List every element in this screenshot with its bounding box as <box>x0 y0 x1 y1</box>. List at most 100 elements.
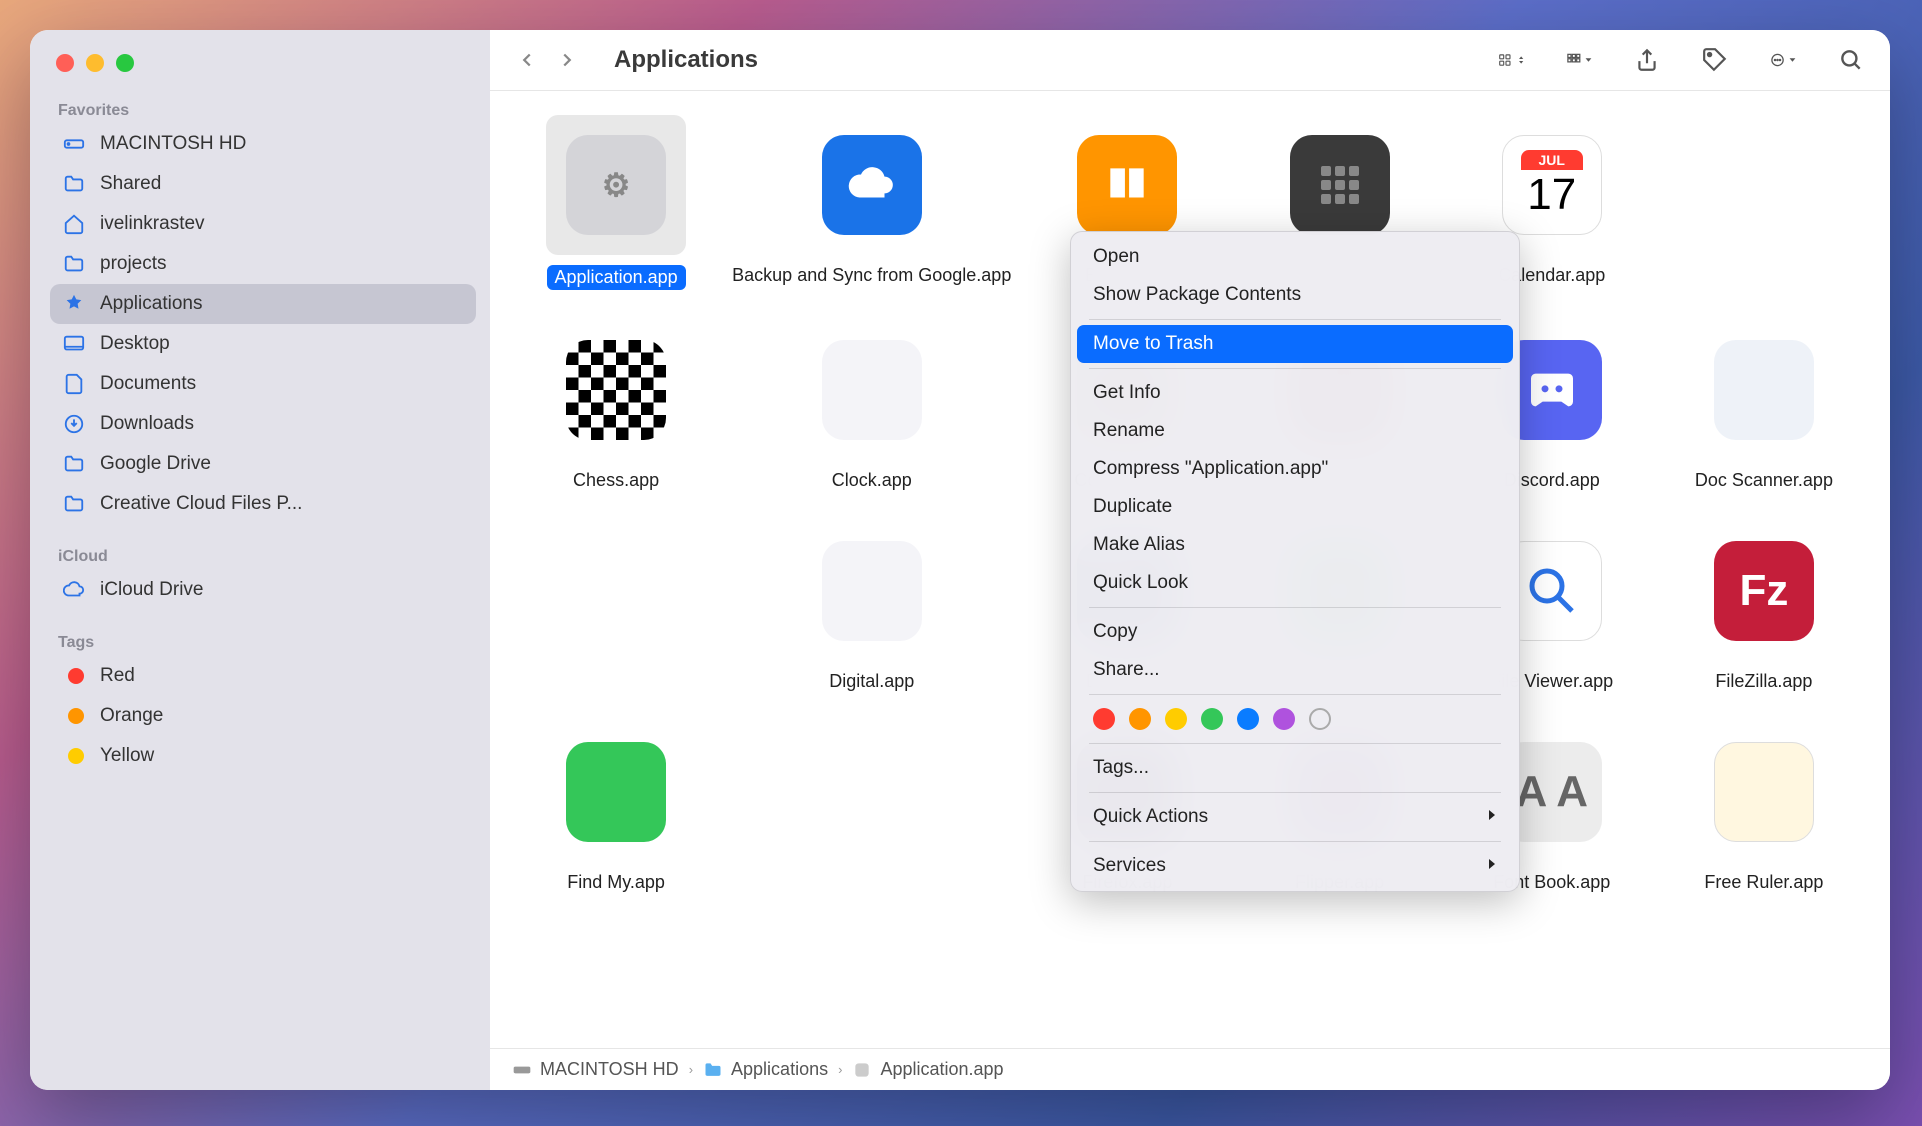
back-button[interactable] <box>516 49 538 71</box>
tag-color[interactable] <box>1165 708 1187 730</box>
app-label: Find My.app <box>567 872 665 893</box>
menu-item-label: Services <box>1093 855 1166 877</box>
sidebar-item-label: iCloud Drive <box>100 579 203 601</box>
group-button[interactable] <box>1566 47 1592 73</box>
app-item-find-my-app[interactable]: Find My.app <box>520 722 712 893</box>
sidebar-item-label: Red <box>100 665 135 687</box>
menu-tag-colors <box>1077 700 1513 738</box>
more-button[interactable] <box>1770 47 1796 73</box>
sidebar-item-desktop[interactable]: Desktop <box>50 324 476 364</box>
path-segment[interactable]: Application.app <box>852 1059 1003 1080</box>
sidebar-item-icloud-drive[interactable]: iCloud Drive <box>50 570 476 610</box>
doc-icon <box>62 372 86 396</box>
folder-icon <box>62 172 86 196</box>
menu-separator <box>1089 792 1501 793</box>
app-item-digital-app[interactable]: Digital.app <box>732 521 1011 692</box>
app-icon: ⚙ <box>566 135 666 235</box>
sidebar-item-label: Orange <box>100 705 163 727</box>
content-area[interactable]: ⚙ Application.app Backup and Sync from Goo… <box>490 91 1890 1048</box>
close-window-button[interactable] <box>56 54 74 72</box>
minimize-window-button[interactable] <box>86 54 104 72</box>
app-item-doc-scanner-app[interactable]: Doc Scanner.app <box>1668 320 1860 491</box>
tag-color[interactable] <box>1093 708 1115 730</box>
app-icon-wrap <box>546 320 686 460</box>
finder-window: Favorites MACINTOSH HD Shared ivelinkrastev… <box>30 30 1890 1090</box>
sidebar-item-projects[interactable]: projects <box>50 244 476 284</box>
sidebar-item-ivelinkrastev[interactable]: ivelinkrastev <box>50 204 476 244</box>
menu-item-open[interactable]: Open <box>1077 238 1513 276</box>
menu-item-make-alias[interactable]: Make Alias <box>1077 526 1513 564</box>
window-title: Applications <box>614 46 1478 74</box>
share-button[interactable] <box>1634 47 1660 73</box>
sidebar-item-label: Applications <box>100 293 202 315</box>
app-item-chess-app[interactable]: Chess.app <box>520 320 712 491</box>
app-icon <box>822 135 922 235</box>
menu-item-tags-[interactable]: Tags... <box>1077 749 1513 787</box>
sidebar-item-creative-cloud-files-p-[interactable]: Creative Cloud Files P... <box>50 484 476 524</box>
sidebar-item-macintosh-hd[interactable]: MACINTOSH HD <box>50 124 476 164</box>
tag-color-none[interactable] <box>1309 708 1331 730</box>
app-icon <box>1077 135 1177 235</box>
menu-item-move-to-trash[interactable]: Move to Trash <box>1077 325 1513 363</box>
sidebar-item-red[interactable]: Red <box>50 656 476 696</box>
sidebar-item-orange[interactable]: Orange <box>50 696 476 736</box>
sidebar-item-label: MACINTOSH HD <box>100 133 246 155</box>
app-item-clock-app[interactable]: Clock.app <box>732 320 1011 491</box>
app-item-free-ruler-app[interactable]: Free Ruler.app <box>1668 722 1860 893</box>
menu-item-copy[interactable]: Copy <box>1077 613 1513 651</box>
view-mode-button[interactable] <box>1498 47 1524 73</box>
app-label: Chess.app <box>573 470 659 491</box>
menu-separator <box>1089 368 1501 369</box>
sidebar-item-applications[interactable]: Applications <box>50 284 476 324</box>
app-label: Application.app <box>547 265 686 290</box>
app-icon <box>566 340 666 440</box>
maximize-window-button[interactable] <box>116 54 134 72</box>
path-segment[interactable]: Applications <box>703 1059 828 1080</box>
app-item-backup-and-sync-from-google-app[interactable]: Backup and Sync from Google.app <box>732 115 1011 290</box>
app-item-application-app[interactable]: ⚙ Application.app <box>520 115 712 290</box>
tag-color[interactable] <box>1273 708 1295 730</box>
menu-item-label: Copy <box>1093 621 1137 643</box>
menu-item-services[interactable]: Services <box>1077 847 1513 885</box>
sidebar-item-google-drive[interactable]: Google Drive <box>50 444 476 484</box>
toolbar: Applications <box>490 30 1890 91</box>
sidebar-item-downloads[interactable]: Downloads <box>50 404 476 444</box>
menu-item-get-info[interactable]: Get Info <box>1077 374 1513 412</box>
sidebar-list: Favorites MACINTOSH HD Shared ivelinkrastev… <box>30 96 490 1090</box>
menu-item-quick-look[interactable]: Quick Look <box>1077 564 1513 602</box>
menu-item-label: Open <box>1093 246 1139 268</box>
tag-color[interactable] <box>1201 708 1223 730</box>
search-button[interactable] <box>1838 47 1864 73</box>
sidebar-item-yellow[interactable]: Yellow <box>50 736 476 776</box>
menu-item-show-package-contents[interactable]: Show Package Contents <box>1077 276 1513 314</box>
sidebar-section-header: Favorites <box>50 96 476 124</box>
app-icon <box>1290 135 1390 235</box>
forward-button[interactable] <box>556 49 578 71</box>
sidebar-item-label: ivelinkrastev <box>100 213 205 235</box>
menu-item-share-[interactable]: Share... <box>1077 651 1513 689</box>
menu-separator <box>1089 841 1501 842</box>
app-label: Clock.app <box>832 470 912 491</box>
tag-icon <box>62 744 86 768</box>
menu-item-label: Compress "Application.app" <box>1093 458 1328 480</box>
menu-item-duplicate[interactable]: Duplicate <box>1077 488 1513 526</box>
sidebar-item-label: Desktop <box>100 333 170 355</box>
app-icon-wrap <box>802 320 942 460</box>
app-icon-wrap <box>802 115 942 255</box>
menu-item-rename[interactable]: Rename <box>1077 412 1513 450</box>
app-icon <box>1714 340 1814 440</box>
folder-icon <box>62 252 86 276</box>
menu-item-label: Show Package Contents <box>1093 284 1301 306</box>
menu-separator <box>1089 694 1501 695</box>
path-segment[interactable]: MACINTOSH HD <box>512 1059 679 1080</box>
tag-color[interactable] <box>1237 708 1259 730</box>
app-item-filezilla-app[interactable]: FzFileZilla.app <box>1668 521 1860 692</box>
sidebar-item-documents[interactable]: Documents <box>50 364 476 404</box>
menu-item-compress-application-app-[interactable]: Compress "Application.app" <box>1077 450 1513 488</box>
tags-button[interactable] <box>1702 47 1728 73</box>
sidebar-item-shared[interactable]: Shared <box>50 164 476 204</box>
path-label: MACINTOSH HD <box>540 1059 679 1080</box>
app-icon <box>852 1060 872 1080</box>
menu-item-quick-actions[interactable]: Quick Actions <box>1077 798 1513 836</box>
tag-color[interactable] <box>1129 708 1151 730</box>
